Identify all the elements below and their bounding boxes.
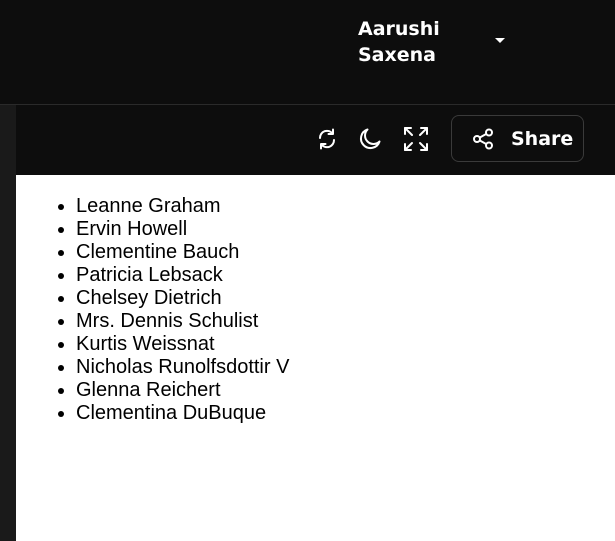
list-item: Glenna Reichert: [76, 379, 289, 402]
moon-icon: [359, 128, 381, 150]
user-menu[interactable]: Aarushi Saxena: [358, 16, 518, 68]
list-item: Clementina DuBuque: [76, 402, 289, 425]
refresh-button[interactable]: [313, 125, 341, 153]
share-button[interactable]: Share: [451, 115, 584, 162]
fullscreen-button[interactable]: [402, 125, 430, 153]
list-item: Kurtis Weissnat: [76, 333, 289, 356]
left-panel-edge: [0, 105, 16, 541]
list-item: Chelsey Dietrich: [76, 287, 289, 310]
list-item: Mrs. Dennis Schulist: [76, 310, 289, 333]
preview-content: Leanne Graham Ervin Howell Clementine Ba…: [16, 175, 615, 541]
theme-toggle-button[interactable]: [356, 125, 384, 153]
list-item: Nicholas Runolfsdottir V: [76, 356, 289, 379]
share-label: Share: [511, 128, 574, 150]
user-first-name: Aarushi: [358, 18, 440, 40]
list-item: Leanne Graham: [76, 195, 289, 218]
list-item: Patricia Lebsack: [76, 264, 289, 287]
list-item: Ervin Howell: [76, 218, 289, 241]
caret-down-icon[interactable]: [495, 38, 505, 43]
refresh-icon: [318, 128, 336, 150]
preview-toolbar: Share: [16, 105, 615, 175]
share-icon: [473, 128, 493, 150]
name-list: Leanne Graham Ervin Howell Clementine Ba…: [76, 195, 289, 425]
top-bar: Aarushi Saxena: [0, 0, 615, 104]
user-name: Aarushi Saxena: [358, 16, 478, 68]
list-item: Clementine Bauch: [76, 241, 289, 264]
expand-icon: [404, 127, 428, 151]
user-last-name: Saxena: [358, 44, 436, 66]
